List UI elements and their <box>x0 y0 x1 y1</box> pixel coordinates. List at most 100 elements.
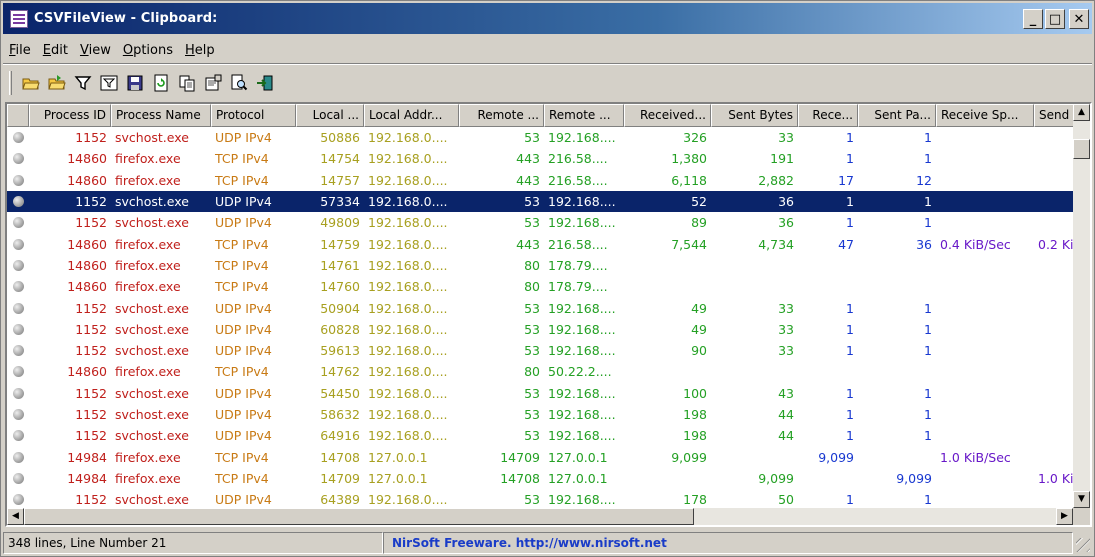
table-cell: 60828 <box>320 321 360 337</box>
table-row[interactable]: 1152 svchost.exe UDP IPv4 50886 192.168.0...… <box>7 127 1073 148</box>
table-cell: 178 <box>683 492 707 508</box>
table-cell: 53 <box>524 300 540 316</box>
table-row[interactable]: 14984 firefox.exe TCP IPv4 14708 127.0.0.1 14… <box>7 446 1073 467</box>
exit-icon[interactable] <box>254 72 276 94</box>
scrollbar-corner <box>1073 508 1090 525</box>
status-dot-icon <box>12 132 24 144</box>
table-row[interactable]: 14860 firefox.exe TCP IPv4 14762 192.168.0..… <box>7 361 1073 382</box>
table-cell: 1152 <box>75 385 107 401</box>
status-dot-icon <box>12 196 24 208</box>
open-folder-icon[interactable] <box>20 72 42 94</box>
copy-icon[interactable] <box>176 72 198 94</box>
table-row[interactable]: 1152 svchost.exe UDP IPv4 59613 192.168.0...… <box>7 340 1073 361</box>
table-cell: 54450 <box>320 385 360 401</box>
column-header[interactable]: Received... <box>624 104 711 127</box>
menu-file[interactable]: File <box>3 43 37 58</box>
table-row[interactable]: 1152 svchost.exe UDP IPv4 54450 192.168.0...… <box>7 383 1073 404</box>
horizontal-scroll-thumb[interactable] <box>24 508 694 525</box>
table-cell: 1152 <box>75 407 107 422</box>
table-cell: 14708 <box>500 470 540 486</box>
refresh-icon[interactable] <box>150 72 172 94</box>
column-header[interactable]: Remote ... <box>459 104 544 127</box>
table-cell: 1 <box>846 343 854 359</box>
scroll-right-button[interactable]: ▶ <box>1056 508 1073 525</box>
table-row[interactable]: 14860 firefox.exe TCP IPv4 14761 192.168.0..… <box>7 255 1073 276</box>
table-row[interactable]: 14984 firefox.exe TCP IPv4 14709 127.0.0.1 14… <box>7 468 1082 489</box>
vertical-scrollbar[interactable]: ▲ ▼ <box>1073 104 1090 508</box>
table-cell: 50.22.2.... <box>548 364 612 380</box>
table-cell: TCP IPv4 <box>215 470 269 486</box>
table-row[interactable]: 14860 firefox.exe TCP IPv4 14757 192.168.0..… <box>7 170 1073 191</box>
column-header[interactable]: Protocol <box>211 104 296 127</box>
table-row[interactable]: 14860 firefox.exe TCP IPv4 14754 192.168.0..… <box>7 148 1073 169</box>
vertical-scroll-thumb[interactable] <box>1073 139 1090 159</box>
menu-label-rest: ptions <box>133 42 173 58</box>
column-header[interactable]: Remote ... <box>544 104 624 127</box>
table-cell: 178.79.... <box>548 257 608 273</box>
table-cell: 14860 <box>67 279 107 295</box>
table-cell: firefox.exe <box>115 172 181 188</box>
save-icon[interactable] <box>124 72 146 94</box>
table-cell: svchost.exe <box>115 343 189 359</box>
menu-edit[interactable]: Edit <box>37 43 74 58</box>
table-cell: 14984 <box>67 470 107 486</box>
column-header[interactable]: Local Addr... <box>364 104 459 127</box>
table-cell: firefox.exe <box>115 236 181 252</box>
table-cell: 192.168.0.... <box>368 172 448 188</box>
table-row[interactable]: 1152 svchost.exe UDP IPv4 60828 192.168.0...… <box>7 319 1073 340</box>
horizontal-scrollbar[interactable]: ◀ ▶ <box>7 508 1073 525</box>
column-header[interactable]: Process ID <box>29 104 111 127</box>
column-header[interactable]: Sent Bytes <box>711 104 798 127</box>
table-row[interactable]: 14860 firefox.exe TCP IPv4 14760 192.168.0..… <box>7 276 1073 297</box>
column-header[interactable]: Sent Pa... <box>858 104 936 127</box>
filter-box-icon[interactable] <box>98 72 120 94</box>
maximize-button[interactable]: □ <box>1045 9 1065 29</box>
table-cell: 0.4 KiB/Sec <box>940 236 1011 252</box>
table-row[interactable]: 1152 svchost.exe UDP IPv4 58632 192.168.0...… <box>7 404 1073 425</box>
filter-icon[interactable] <box>72 72 94 94</box>
table-row[interactable]: 1152 svchost.exe UDP IPv4 49809 192.168.0...… <box>7 212 1073 233</box>
table-cell: 57334 <box>320 194 360 210</box>
table-cell: 1 <box>924 428 932 444</box>
open-folder-green-icon[interactable] <box>46 72 68 94</box>
table-cell: svchost.exe <box>115 492 189 508</box>
resize-grip[interactable] <box>1076 538 1090 552</box>
toolbar-grip[interactable] <box>9 71 12 95</box>
scroll-up-button[interactable]: ▲ <box>1073 104 1090 121</box>
column-header[interactable]: Process Name <box>111 104 211 127</box>
status-dot-icon <box>12 472 24 484</box>
column-header-icon[interactable] <box>7 104 29 127</box>
scroll-left-button[interactable]: ◀ <box>7 508 24 525</box>
row-status-icon <box>7 217 29 229</box>
scroll-down-button[interactable]: ▼ <box>1073 491 1090 508</box>
close-button[interactable]: ✕ <box>1069 9 1089 29</box>
column-header[interactable]: Receive Sp... <box>936 104 1034 127</box>
table-cell: 52 <box>691 194 707 210</box>
find-icon[interactable] <box>228 72 250 94</box>
table-row[interactable]: 1152 svchost.exe UDP IPv4 57334 192.168.0...… <box>7 190 1073 213</box>
csv-list-view[interactable]: Process ID Process Name Protocol Local ... L… <box>5 102 1092 527</box>
table-cell: 1 <box>846 492 854 508</box>
table-cell: 14757 <box>320 172 360 188</box>
table-cell: 178.79.... <box>548 279 608 295</box>
menu-help[interactable]: Help <box>179 43 221 58</box>
table-cell: 1 <box>924 492 932 508</box>
properties-icon[interactable] <box>202 72 224 94</box>
column-header[interactable]: Rece... <box>798 104 858 127</box>
nirsoft-link[interactable]: NirSoft Freeware. http://www.nirsoft.net <box>383 532 1073 554</box>
menu-options[interactable]: Options <box>117 43 179 58</box>
table-row[interactable]: 1152 svchost.exe UDP IPv4 64916 192.168.0...… <box>7 425 1073 446</box>
table-cell: svchost.exe <box>115 407 189 422</box>
menu-label-rest: ile <box>15 42 31 58</box>
table-cell: svchost.exe <box>115 130 189 146</box>
table-cell: 36 <box>778 215 794 231</box>
table-row[interactable]: 14860 firefox.exe TCP IPv4 14759 192.168.0..… <box>7 233 1082 254</box>
title-bar[interactable]: CSVFileView - Clipboard: _ □ ✕ <box>3 3 1092 34</box>
table-cell: 1,380 <box>671 151 707 167</box>
column-header[interactable]: Local ... <box>296 104 364 127</box>
minimize-button[interactable]: _ <box>1023 9 1043 29</box>
menu-separator <box>3 63 1092 65</box>
table-row[interactable]: 1152 svchost.exe UDP IPv4 50904 192.168.0...… <box>7 297 1073 318</box>
row-status-icon <box>7 494 29 506</box>
menu-view[interactable]: View <box>74 43 117 58</box>
